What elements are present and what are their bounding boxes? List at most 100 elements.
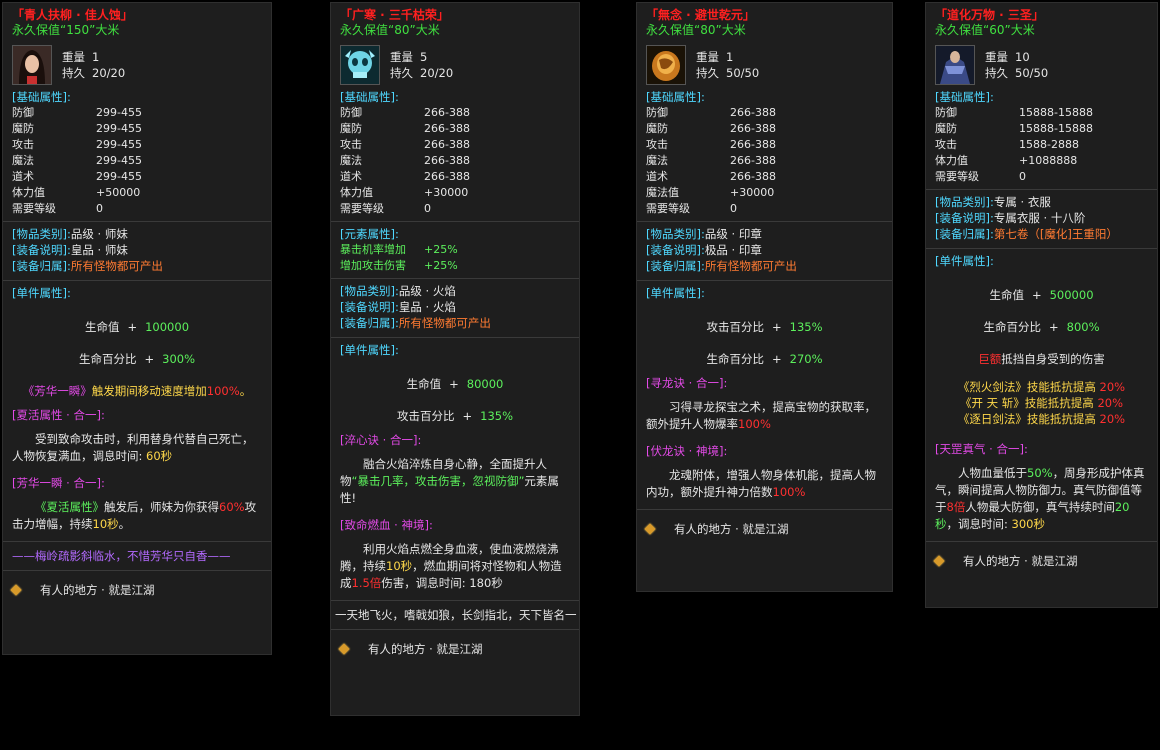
info-row: [物品类别]:品级 · 火焰 [340,284,456,298]
resist-row: 《烈火剑法》技能抵抗提高 20% [957,380,1126,394]
base-attributes-header: [基础属性]: [646,90,705,104]
stat-row: 防御 266-388 [340,106,470,119]
footer: 有人的地方 · 就是江湖 [3,575,271,605]
stat-row: 道术 266-388 [646,170,776,183]
ice-skull-icon [340,45,380,85]
special-effect: 巨额抵挡自身受到的伤害 [978,352,1105,366]
durability-value: 20/20 [420,66,454,80]
durability-label: 持久 [390,66,413,80]
single-attributes-header: [单件属性]: [340,343,399,357]
resist-row: 《开 天 斩》技能抵抗提高 20% [959,396,1124,410]
single-stat: 生命百分比 +800% [983,320,1100,334]
diamond-icon [933,555,945,567]
item-title: 「道化万物 · 三圣」 [935,8,1044,22]
poem-line: 一天地飞火，嗜戟如狼，长剑指北，天下皆名一 [335,608,577,622]
resist-row: 《逐日剑法》技能抵抗提高 20% [957,412,1126,426]
weight-value: 10 [1015,50,1030,64]
section-header: [致命燃血 · 神境]: [340,518,433,532]
single-attributes-header: [单件属性]: [12,286,71,300]
stat-row: 防御 266-388 [646,106,776,119]
single-stat: 生命值 +500000 [989,288,1094,302]
stat-row: 需要等级 0 [12,202,103,215]
stat-row: 攻击 266-388 [340,138,470,151]
element-row: 增加攻击伤害 +25% [340,259,458,272]
info-row: [装备归属]:所有怪物都可产出 [12,259,163,273]
durability-label: 持久 [62,66,85,80]
stat-row: 魔法值 +30000 [646,186,775,199]
info-row: [物品类别]:品级 · 师妹 [12,227,128,241]
durability-label: 持久 [985,66,1008,80]
diamond-icon [10,584,22,596]
diamond-icon [644,523,656,535]
weight-label: 重量 [62,50,85,64]
section-text: 《夏活属性》触发后，师妹为你获得60%攻击力增幅，持续10秒。 [12,500,257,531]
element-attributes-header: [元素属性]: [340,227,399,241]
item-title: 「無念 · 避世乾元」 [646,8,755,22]
info-row: [物品类别]:品级 · 印章 [646,227,762,241]
durability-value: 50/50 [1015,66,1049,80]
single-attributes-header: [单件属性]: [935,254,994,268]
info-row: [装备说明]:皇品 · 火焰 [340,300,456,314]
info-row: [装备归属]:所有怪物都可产出 [340,316,491,330]
base-attributes-header: [基础属性]: [340,90,399,104]
weight-label: 重量 [696,50,719,64]
single-stat: 生命值 +100000 [84,320,190,334]
item-value: 永久保值“60”大米 [935,23,1035,37]
section-text: 融合火焰淬炼自身心静，全面提升人物“暴击几率，攻击伤害，忽视防御”元素属性! [340,457,559,505]
single-stat: 生命百分比 +300% [78,352,196,366]
item-value: 永久保值“80”大米 [646,23,746,37]
amber-seal-icon [646,45,686,85]
durability-label: 持久 [696,66,719,80]
stat-row: 道术 266-388 [340,170,470,183]
element-row: 暴击机率增加 +25% [340,243,458,256]
section-header: [芳华一瞬 · 合一]: [12,476,105,490]
info-row: [装备归属]:所有怪物都可产出 [646,259,797,273]
stat-row: 魔防 299-455 [12,122,142,135]
info-row: [装备归属]:第七卷（[魔化]王重阳） [935,227,1118,241]
item-tooltip-card-2: 「广寒 · 三千枯荣」 永久保值“80”大米 重量 5 持久 20/20 [基础属性… [330,2,580,716]
stat-row: 体力值 +1088888 [935,154,1078,167]
weight-value: 1 [92,50,100,64]
single-stat: 生命百分比 +270% [706,352,823,366]
weight-value: 1 [726,50,734,64]
footer: 有人的地方 · 就是江湖 [331,634,579,664]
section-header: [伏龙诀 · 神境]: [646,444,728,458]
base-attributes-header: [基础属性]: [935,90,994,104]
item-value: 永久保值“150”大米 [12,23,120,37]
item-value: 永久保值“80”大米 [340,23,440,37]
footer: 有人的地方 · 就是江湖 [926,546,1157,576]
stat-row: 魔防 266-388 [340,122,470,135]
stat-row: 防御 15888-15888 [935,106,1093,119]
weight-label: 重量 [390,50,413,64]
section-text: 人物血量低于50%，周身形成护体真气，瞬间提高人物防御力。真气防御值等于8倍人物… [935,466,1145,531]
female-character-portrait-icon [12,45,52,85]
info-row: [物品类别]:专属 · 衣服 [935,195,1051,209]
info-row: [装备说明]:皇品 · 师妹 [12,243,128,257]
stat-row: 需要等级 0 [646,202,737,215]
stat-row: 魔法 266-388 [646,154,776,167]
stat-row: 攻击 1588-2888 [935,138,1079,151]
section-header: [夏活属性 · 合一]: [12,408,105,422]
item-title: 「广寒 · 三千枯荣」 [340,8,449,22]
stat-row: 需要等级 0 [340,202,431,215]
item-tooltip-card-3: 「無念 · 避世乾元」 永久保值“80”大米 重量 1 持久 50/50 [基础属性… [636,2,893,592]
section-text: 利用火焰点燃全身血液，使血液燃烧沸腾，持续10秒，燃血期间将对怪物和人物造成1.… [340,542,562,590]
section-header: [淬心诀 · 合一]: [340,433,422,447]
stat-row: 攻击 266-388 [646,138,776,151]
section-text: 龙魂附体，增强人物身体机能，提高人物内功，额外提升神力倍数100% [646,468,876,499]
item-title: 「青人扶柳 · 佳人蚀」 [12,8,133,22]
weight-label: 重量 [985,50,1008,64]
stat-row: 魔防 266-388 [646,122,776,135]
footer: 有人的地方 · 就是江湖 [637,514,892,544]
effect-line: 《芳华一瞬》触发期间移动速度增加100%。 [22,384,252,398]
single-stat: 攻击百分比 +135% [396,409,514,423]
stat-row: 魔防 15888-15888 [935,122,1093,135]
info-row: [装备说明]:极品 · 印章 [646,243,762,257]
diamond-icon [338,643,350,655]
stat-row: 魔法 299-455 [12,154,142,167]
poem-line: ——梅岭疏影斜临水，不惜芳华只自香—— [12,549,231,563]
stat-row: 道术 299-455 [12,170,142,183]
weight-value: 5 [420,50,428,64]
section-header: [寻龙诀 · 合一]: [646,376,728,390]
stat-row: 防御 299-455 [12,106,142,119]
